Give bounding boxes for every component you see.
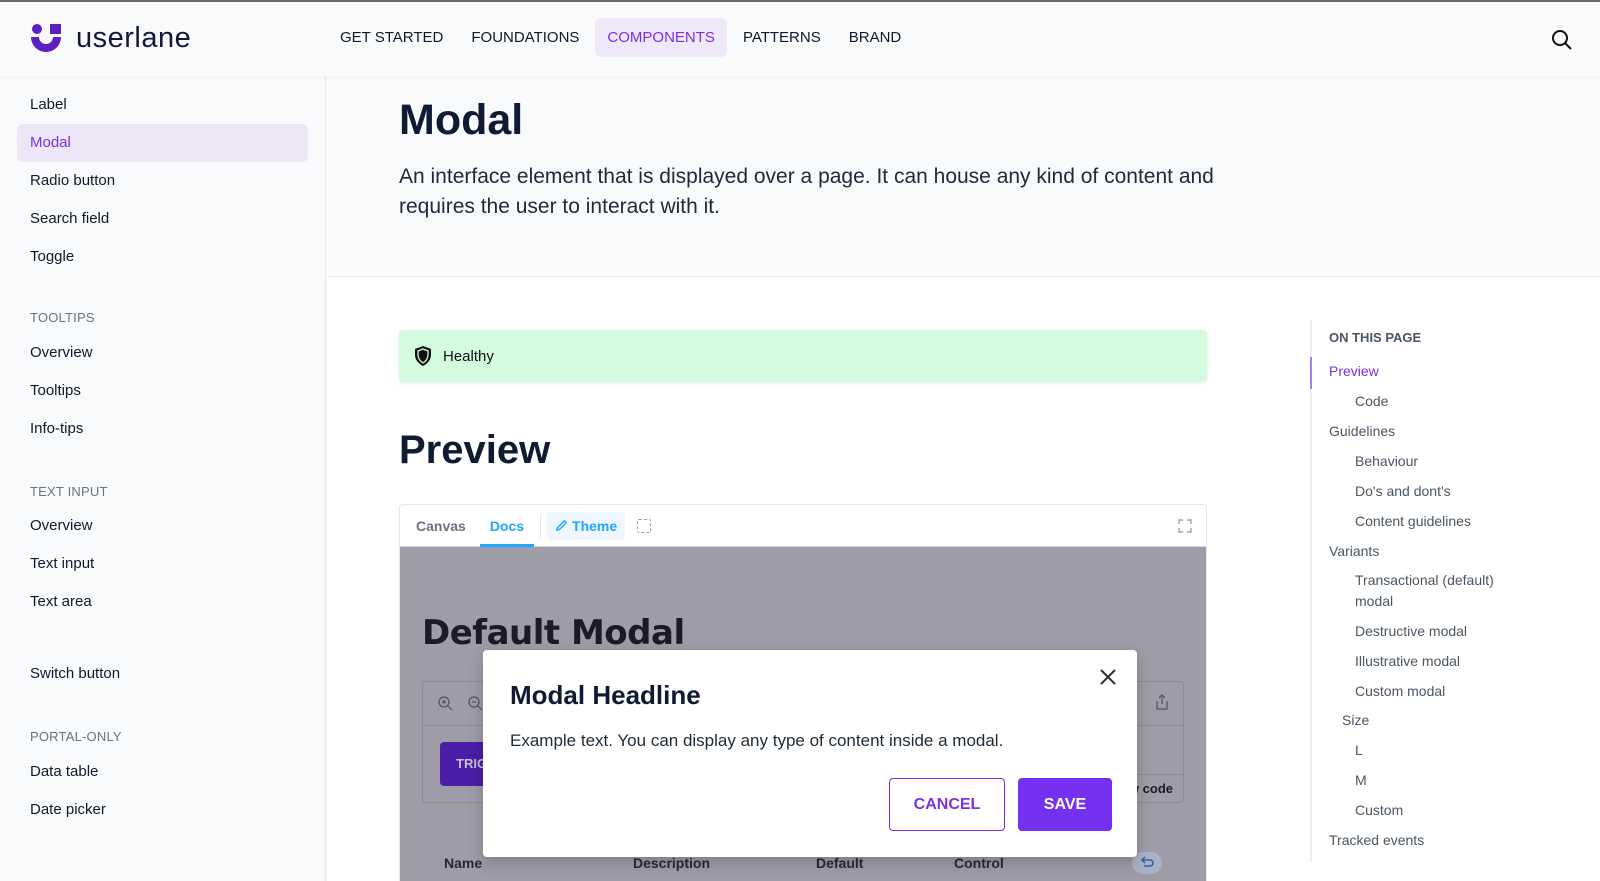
storybook-toolbar: Canvas Docs Theme <box>400 505 1206 547</box>
nav-patterns[interactable]: PATTERNS <box>731 18 833 57</box>
args-col-description: Description <box>633 855 711 871</box>
sidebar-item-tooltips[interactable]: Tooltips <box>17 372 308 410</box>
outline-toggle-icon[interactable] <box>637 518 652 533</box>
nav-brand[interactable]: BRAND <box>837 18 914 57</box>
status-label: Healthy <box>443 347 494 365</box>
sidebar-item-tooltips-overview[interactable]: Overview <box>17 334 308 372</box>
close-icon[interactable] <box>1098 667 1118 687</box>
sidebar: Label Modal Radio button Search field To… <box>0 76 326 881</box>
modal-dialog: Modal Headline Example text. You can dis… <box>483 650 1137 857</box>
toc-item-transactional[interactable]: Transactional (default) modal <box>1355 570 1525 612</box>
sidebar-item-text-input-overview[interactable]: Overview <box>17 507 308 545</box>
sidebar-item-modal[interactable]: Modal <box>17 124 308 162</box>
nav-components[interactable]: COMPONENTS <box>595 18 727 57</box>
toc-item-variants[interactable]: Variants <box>1329 541 1379 562</box>
main-nav: GET STARTED FOUNDATIONS COMPONENTS PATTE… <box>328 18 917 57</box>
toc-item-guidelines[interactable]: Guidelines <box>1329 421 1395 442</box>
toc-item-size-custom[interactable]: Custom <box>1355 800 1403 821</box>
toc-item-behaviour[interactable]: Behaviour <box>1355 451 1418 472</box>
page-header: Modal An interface element that is displ… <box>327 76 1600 277</box>
sidebar-item-text-area[interactable]: Text area <box>17 583 308 621</box>
toc-active-indicator <box>1310 357 1312 389</box>
sidebar-item-date-picker[interactable]: Date picker <box>17 791 308 829</box>
args-col-name: Name <box>444 855 483 871</box>
toc-item-destructive[interactable]: Destructive modal <box>1355 621 1467 642</box>
top-bar: userlane GET STARTED FOUNDATIONS COMPONE… <box>0 0 1600 76</box>
toc-item-code[interactable]: Code <box>1355 391 1388 412</box>
on-this-page: ON THIS PAGE Preview Code Guidelines Beh… <box>1310 320 1570 862</box>
toc-item-content-guidelines[interactable]: Content guidelines <box>1355 511 1471 532</box>
story-title: Default Modal <box>422 613 685 653</box>
args-col-control: Control <box>954 855 1004 871</box>
sidebar-heading-text-input: TEXT INPUT <box>30 484 108 499</box>
status-badge: Healthy <box>399 330 1207 382</box>
sidebar-item-radio-button[interactable]: Radio button <box>17 162 308 200</box>
toc-item-preview[interactable]: Preview <box>1329 361 1379 382</box>
nav-foundations[interactable]: FOUNDATIONS <box>459 18 591 57</box>
search-icon[interactable] <box>1550 28 1574 52</box>
toc-item-dos-donts[interactable]: Do's and dont's <box>1355 481 1451 502</box>
sidebar-item-info-tips[interactable]: Info-tips <box>17 410 308 448</box>
sidebar-item-switch-button[interactable]: Switch button <box>17 655 308 693</box>
sidebar-item-data-table[interactable]: Data table <box>17 753 308 791</box>
pencil-icon <box>555 519 568 532</box>
brand-name: userlane <box>76 22 192 54</box>
logo[interactable]: userlane <box>30 22 191 55</box>
save-button[interactable]: SAVE <box>1018 778 1112 831</box>
modal-body: Example text. You can display any type o… <box>510 731 1004 750</box>
zoom-out-icon[interactable] <box>467 695 483 711</box>
sidebar-item-search-field[interactable]: Search field <box>17 200 308 238</box>
userlane-logo-icon <box>31 23 61 52</box>
args-col-default: Default <box>816 855 864 871</box>
shield-icon <box>415 346 431 366</box>
sidebar-heading-portal-only: PORTAL-ONLY <box>30 729 122 744</box>
reset-controls-button[interactable] <box>1132 852 1162 874</box>
toc-item-size[interactable]: Size <box>1342 710 1369 731</box>
toc-item-illustrative[interactable]: Illustrative modal <box>1355 651 1460 672</box>
preview-heading: Preview <box>399 428 551 472</box>
fullscreen-icon[interactable] <box>1178 519 1192 533</box>
cancel-button[interactable]: CANCEL <box>889 778 1005 831</box>
tab-docs[interactable]: Docs <box>479 505 535 547</box>
toolbar-divider <box>540 513 542 538</box>
toc-item-size-m[interactable]: M <box>1355 770 1367 791</box>
tab-canvas[interactable]: Canvas <box>406 505 476 547</box>
nav-get-started[interactable]: GET STARTED <box>328 18 455 57</box>
theme-label: Theme <box>572 517 618 534</box>
sidebar-item-label[interactable]: Label <box>17 86 308 124</box>
toc-heading: ON THIS PAGE <box>1329 330 1422 345</box>
sidebar-heading-tooltips: TOOLTIPS <box>30 310 95 325</box>
page-description: An interface element that is displayed o… <box>399 165 1214 218</box>
share-icon[interactable] <box>1155 694 1169 710</box>
toc-item-tracked-events[interactable]: Tracked events <box>1329 830 1424 851</box>
theme-button[interactable]: Theme <box>547 511 626 540</box>
modal-headline: Modal Headline <box>510 680 701 710</box>
zoom-in-icon[interactable] <box>437 695 453 711</box>
toc-item-size-l[interactable]: L <box>1355 740 1363 761</box>
toc-item-custom-modal[interactable]: Custom modal <box>1355 681 1445 702</box>
undo-icon <box>1140 856 1154 867</box>
page-title: Modal <box>399 96 524 144</box>
sidebar-item-toggle[interactable]: Toggle <box>17 238 308 276</box>
sidebar-item-text-input[interactable]: Text input <box>17 545 308 583</box>
